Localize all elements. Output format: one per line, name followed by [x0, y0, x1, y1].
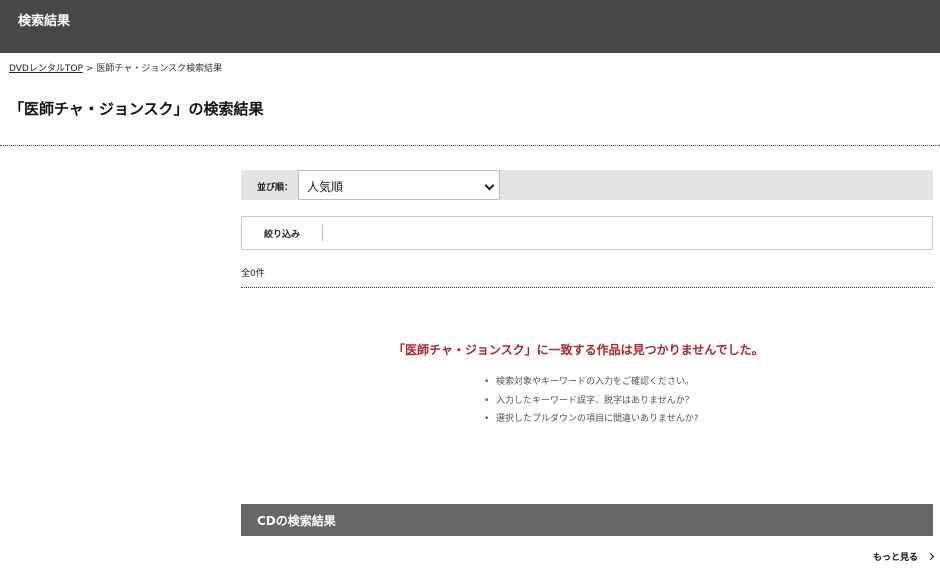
breadcrumb-current: 医師チャ・ジョンスク検索結果	[96, 64, 223, 74]
sort-bar: 並び順： 人気順	[241, 170, 933, 200]
filter-divider	[322, 225, 323, 241]
search-tip: 入力したキーワード誤字、脱字はありませんか？	[481, 395, 699, 414]
more-link[interactable]: もっと見る	[873, 550, 918, 563]
header-title: 検索結果	[18, 14, 71, 29]
count-divider	[241, 287, 933, 288]
filter-bar: 絞り込み	[241, 216, 933, 250]
breadcrumb-home-link[interactable]: DVDレンタルTOP	[9, 64, 83, 74]
cd-section-header: CDの検索結果	[241, 504, 933, 536]
filter-button[interactable]: 絞り込み	[264, 227, 300, 240]
search-tips-list: 検索対象やキーワードの入力をご確認ください。 入力したキーワード誤字、脱字はあり…	[481, 376, 699, 432]
page-title: 「医師チャ・ジョンスク」の検索結果	[9, 100, 264, 118]
result-count: 全0件	[241, 269, 265, 279]
no-result-message: 「医師チャ・ジョンスク」に一致する作品は見つかりませんでした。	[393, 343, 764, 357]
breadcrumb-separator: >	[85, 64, 94, 74]
search-tip: 選択したプルダウンの項目に間違いありませんか?	[481, 413, 699, 432]
page-header: 検索結果	[0, 0, 940, 53]
chevron-right-icon	[926, 552, 935, 561]
cd-section-title: CDの検索結果	[257, 514, 336, 528]
sort-select[interactable]: 人気順	[298, 170, 500, 200]
sort-selected-value: 人気順	[307, 180, 344, 194]
breadcrumb: DVDレンタルTOP > 医師チャ・ジョンスク検索結果	[9, 61, 222, 74]
title-divider	[0, 145, 940, 146]
chevron-down-icon	[484, 180, 495, 191]
sort-label: 並び順：	[257, 183, 294, 193]
search-tip: 検索対象やキーワードの入力をご確認ください。	[481, 376, 699, 395]
